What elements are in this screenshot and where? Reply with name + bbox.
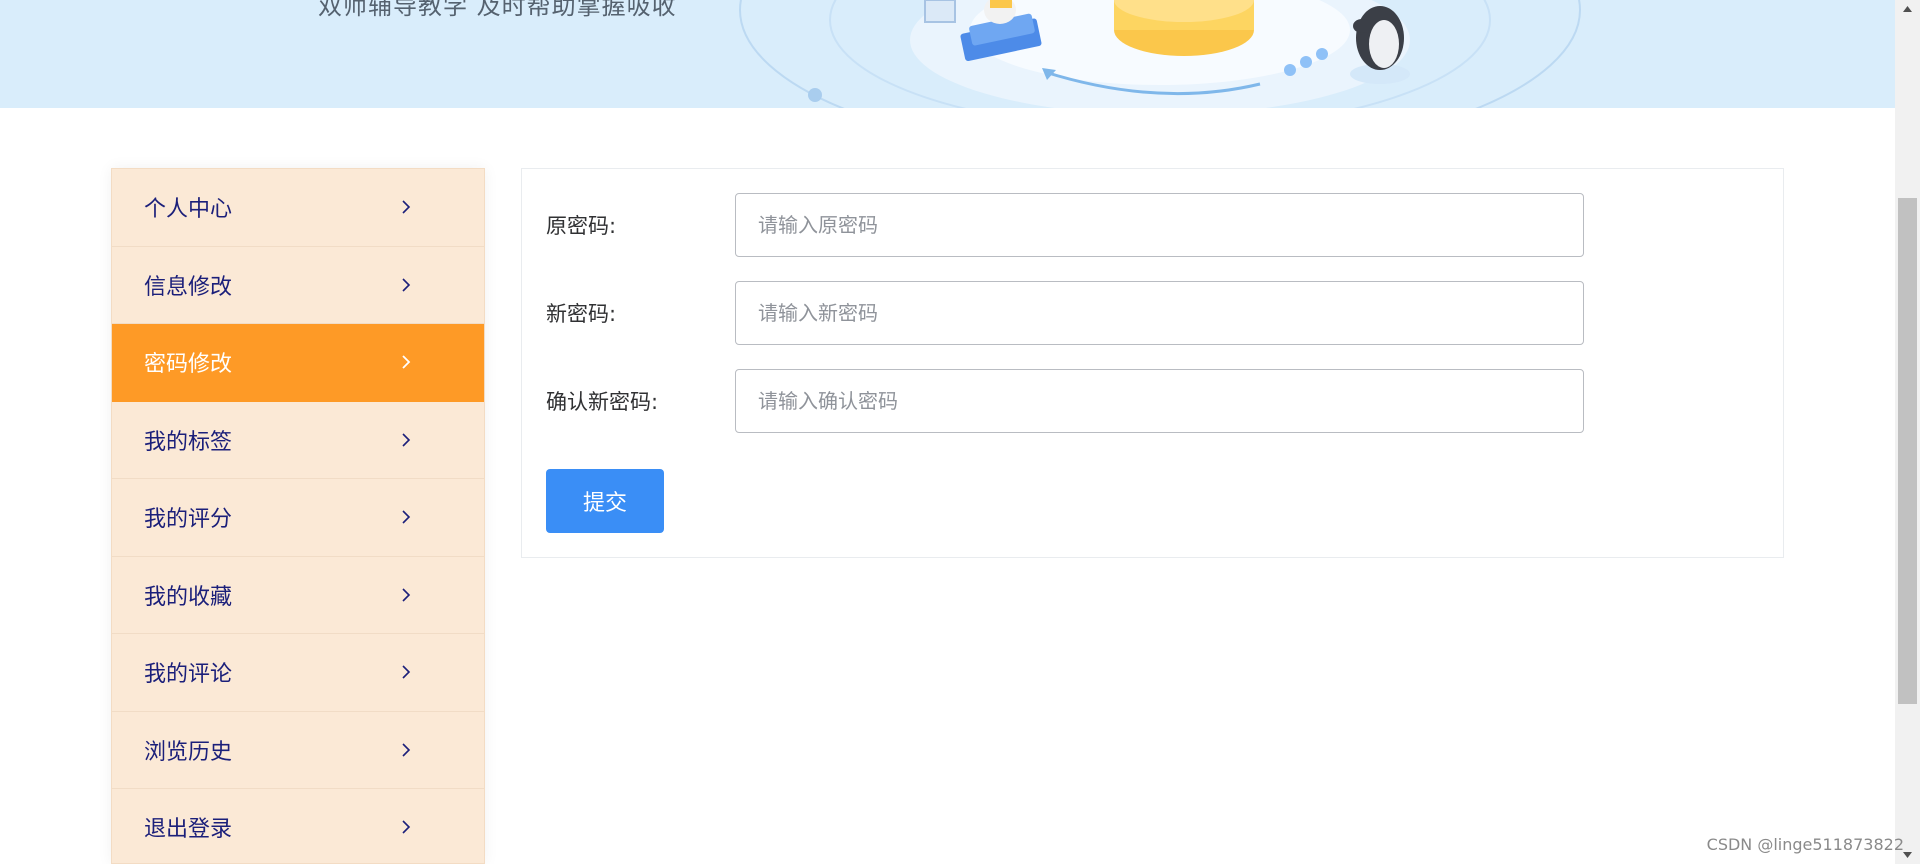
chevron-right-icon bbox=[398, 742, 414, 758]
page: 双师辅导教学 及时帮助掌握吸收 个人中心 信息修改 密码修改 我的标签 我的评分… bbox=[0, 0, 1920, 864]
sidebar-item-browse-history[interactable]: 浏览历史 bbox=[112, 712, 484, 789]
sidebar-item-label: 我的评分 bbox=[144, 507, 233, 533]
old-password-label: 原密码: bbox=[546, 214, 617, 238]
chevron-right-icon bbox=[398, 277, 414, 293]
sidebar-item-edit-info[interactable]: 信息修改 bbox=[112, 247, 484, 324]
new-password-row: 新密码: bbox=[546, 281, 1584, 345]
sidebar-item-change-password[interactable]: 密码修改 bbox=[112, 324, 484, 402]
sidebar-item-label: 密码修改 bbox=[144, 352, 233, 378]
sidebar-item-label: 退出登录 bbox=[144, 817, 233, 843]
sidebar-item-logout[interactable]: 退出登录 bbox=[112, 789, 484, 864]
sidebar-menu: 个人中心 信息修改 密码修改 我的标签 我的评分 我的收藏 我的评论 浏览历史 … bbox=[111, 168, 485, 864]
header-banner: 双师辅导教学 及时帮助掌握吸收 bbox=[0, 0, 1895, 108]
banner-slogan: 双师辅导教学 及时帮助掌握吸收 bbox=[318, 0, 677, 20]
password-form: 原密码: 新密码: 确认新密码: 提交 bbox=[521, 168, 1784, 558]
sidebar-item-my-tags[interactable]: 我的标签 bbox=[112, 402, 484, 479]
sidebar-item-my-favorites[interactable]: 我的收藏 bbox=[112, 557, 484, 634]
confirm-password-row: 确认新密码: bbox=[546, 369, 1584, 433]
chevron-right-icon bbox=[398, 509, 414, 525]
sidebar-item-personal-center[interactable]: 个人中心 bbox=[112, 169, 484, 247]
scroll-up-arrow-icon[interactable] bbox=[1895, 0, 1920, 18]
old-password-input[interactable] bbox=[735, 193, 1584, 257]
vertical-scrollbar[interactable] bbox=[1895, 0, 1920, 864]
scrollbar-thumb[interactable] bbox=[1898, 198, 1917, 704]
old-password-row: 原密码: bbox=[546, 193, 1584, 257]
chevron-right-icon bbox=[398, 354, 414, 370]
banner-illustration bbox=[739, 0, 1581, 108]
new-password-label: 新密码: bbox=[546, 302, 617, 326]
chevron-right-icon bbox=[398, 664, 414, 680]
chevron-right-icon bbox=[398, 587, 414, 603]
chevron-right-icon bbox=[398, 199, 414, 215]
confirm-password-input[interactable] bbox=[735, 369, 1584, 433]
sidebar-item-my-comments[interactable]: 我的评论 bbox=[112, 634, 484, 712]
confirm-password-label: 确认新密码: bbox=[546, 390, 659, 414]
sidebar-item-my-ratings[interactable]: 我的评分 bbox=[112, 479, 484, 557]
sidebar-item-label: 我的评论 bbox=[144, 662, 233, 688]
new-password-input[interactable] bbox=[735, 281, 1584, 345]
sidebar-item-label: 个人中心 bbox=[144, 197, 233, 223]
sidebar-item-label: 我的标签 bbox=[144, 429, 233, 455]
sidebar-item-label: 浏览历史 bbox=[144, 739, 233, 765]
chevron-right-icon bbox=[398, 432, 414, 448]
submit-button[interactable]: 提交 bbox=[546, 469, 664, 533]
sidebar-item-label: 我的收藏 bbox=[144, 584, 233, 610]
sidebar-item-label: 信息修改 bbox=[144, 274, 233, 300]
chevron-right-icon bbox=[398, 819, 414, 835]
csdn-watermark: CSDN @linge511873822 bbox=[1706, 835, 1904, 854]
